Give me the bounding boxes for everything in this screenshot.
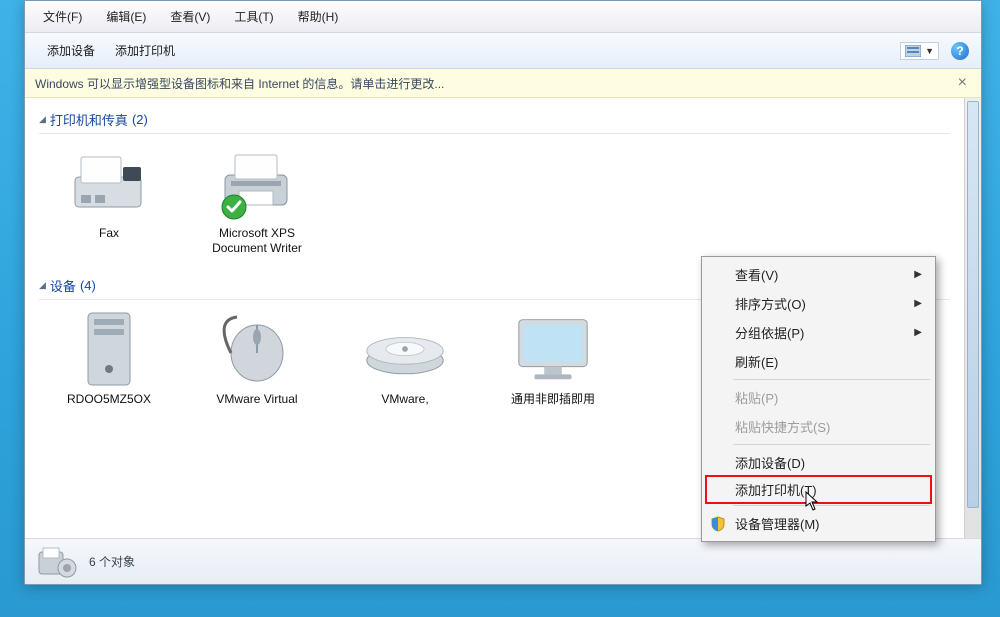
- ctx-paste: 粘贴(P): [705, 383, 932, 412]
- add-printer-button[interactable]: 添加打印机: [105, 38, 185, 63]
- disk-drive-icon: [363, 310, 447, 388]
- ctx-view[interactable]: 查看(V) ▶: [705, 260, 932, 289]
- device-item-monitor[interactable]: 通用非即插即用: [493, 310, 613, 407]
- status-bar: 6 个对象: [25, 538, 981, 584]
- view-mode-dropdown[interactable]: ▼: [900, 42, 939, 60]
- device-item-disk[interactable]: VMware,: [345, 310, 465, 407]
- menu-file[interactable]: 文件(F): [37, 5, 88, 28]
- group-title: 打印机和传真: [50, 110, 128, 129]
- ctx-group[interactable]: 分组依据(P) ▶: [705, 318, 932, 347]
- menu-label: 设备管理器(M): [735, 514, 820, 533]
- command-bar: 添加设备 添加打印机 ▼ ?: [25, 33, 981, 69]
- mouse-cursor-icon: [805, 491, 819, 511]
- view-mode-icon: [905, 45, 921, 57]
- menu-separator: [733, 379, 930, 380]
- mouse-icon: [215, 310, 299, 388]
- menu-help[interactable]: 帮助(H): [292, 5, 345, 28]
- add-device-button[interactable]: 添加设备: [37, 38, 105, 63]
- fax-icon: [67, 144, 151, 222]
- submenu-arrow-icon: ▶: [914, 327, 922, 338]
- info-bar[interactable]: Windows 可以显示增强型设备图标和来自 Internet 的信息。请单击进…: [25, 69, 981, 98]
- help-icon[interactable]: ?: [951, 42, 969, 60]
- menu-view[interactable]: 查看(V): [164, 5, 216, 28]
- menu-label: 粘贴快捷方式(S): [735, 417, 830, 436]
- computer-tower-icon: [67, 310, 151, 388]
- device-item-xps[interactable]: Microsoft XPS Document Writer: [197, 144, 317, 256]
- item-label: Microsoft XPS Document Writer: [197, 226, 317, 256]
- info-bar-text: Windows 可以显示增强型设备图标和来自 Internet 的信息。请单击进…: [35, 75, 444, 92]
- menu-label: 排序方式(O): [735, 294, 806, 313]
- group-title: 设备: [50, 276, 76, 295]
- ctx-sort[interactable]: 排序方式(O) ▶: [705, 289, 932, 318]
- info-bar-close-icon[interactable]: ×: [954, 74, 971, 92]
- item-label: 通用非即插即用: [493, 392, 613, 407]
- menu-label: 添加设备(D): [735, 453, 805, 472]
- menu-bar: 文件(F) 编辑(E) 查看(V) 工具(T) 帮助(H): [25, 1, 981, 33]
- shield-icon: [709, 515, 727, 533]
- group-count: (2): [132, 112, 148, 127]
- menu-label: 查看(V): [735, 265, 778, 284]
- item-label: RDOO5MZ5OX: [49, 392, 169, 407]
- printer-icon: [215, 144, 299, 222]
- ctx-paste-shortcut: 粘贴快捷方式(S): [705, 412, 932, 441]
- vertical-scrollbar[interactable]: [964, 98, 981, 538]
- item-label: Fax: [49, 226, 169, 241]
- ctx-refresh[interactable]: 刷新(E): [705, 347, 932, 376]
- device-item-mouse[interactable]: VMware Virtual: [197, 310, 317, 407]
- menu-label: 粘贴(P): [735, 388, 778, 407]
- device-item-fax[interactable]: Fax: [49, 144, 169, 256]
- status-thumbnail-icon: [37, 545, 79, 579]
- menu-separator: [733, 505, 930, 506]
- monitor-icon: [511, 310, 595, 388]
- ctx-device-manager[interactable]: 设备管理器(M): [705, 509, 932, 538]
- group-separator: [39, 133, 950, 134]
- submenu-arrow-icon: ▶: [914, 298, 922, 309]
- group-header-printers[interactable]: ◢ 打印机和传真 (2): [39, 104, 950, 131]
- menu-label: 刷新(E): [735, 352, 778, 371]
- chevron-down-icon: ▼: [925, 46, 934, 56]
- ctx-add-device[interactable]: 添加设备(D): [705, 448, 932, 477]
- collapse-icon: ◢: [39, 114, 46, 125]
- menu-separator: [733, 444, 930, 445]
- menu-tools[interactable]: 工具(T): [228, 5, 279, 28]
- device-item-computer[interactable]: RDOO5MZ5OX: [49, 310, 169, 407]
- submenu-arrow-icon: ▶: [914, 269, 922, 280]
- item-label: VMware,: [345, 392, 465, 407]
- menu-label: 分组依据(P): [735, 323, 804, 342]
- item-label: VMware Virtual: [197, 392, 317, 407]
- group-count: (4): [80, 278, 96, 293]
- menu-edit[interactable]: 编辑(E): [100, 5, 152, 28]
- status-text: 6 个对象: [89, 553, 135, 570]
- collapse-icon: ◢: [39, 280, 46, 291]
